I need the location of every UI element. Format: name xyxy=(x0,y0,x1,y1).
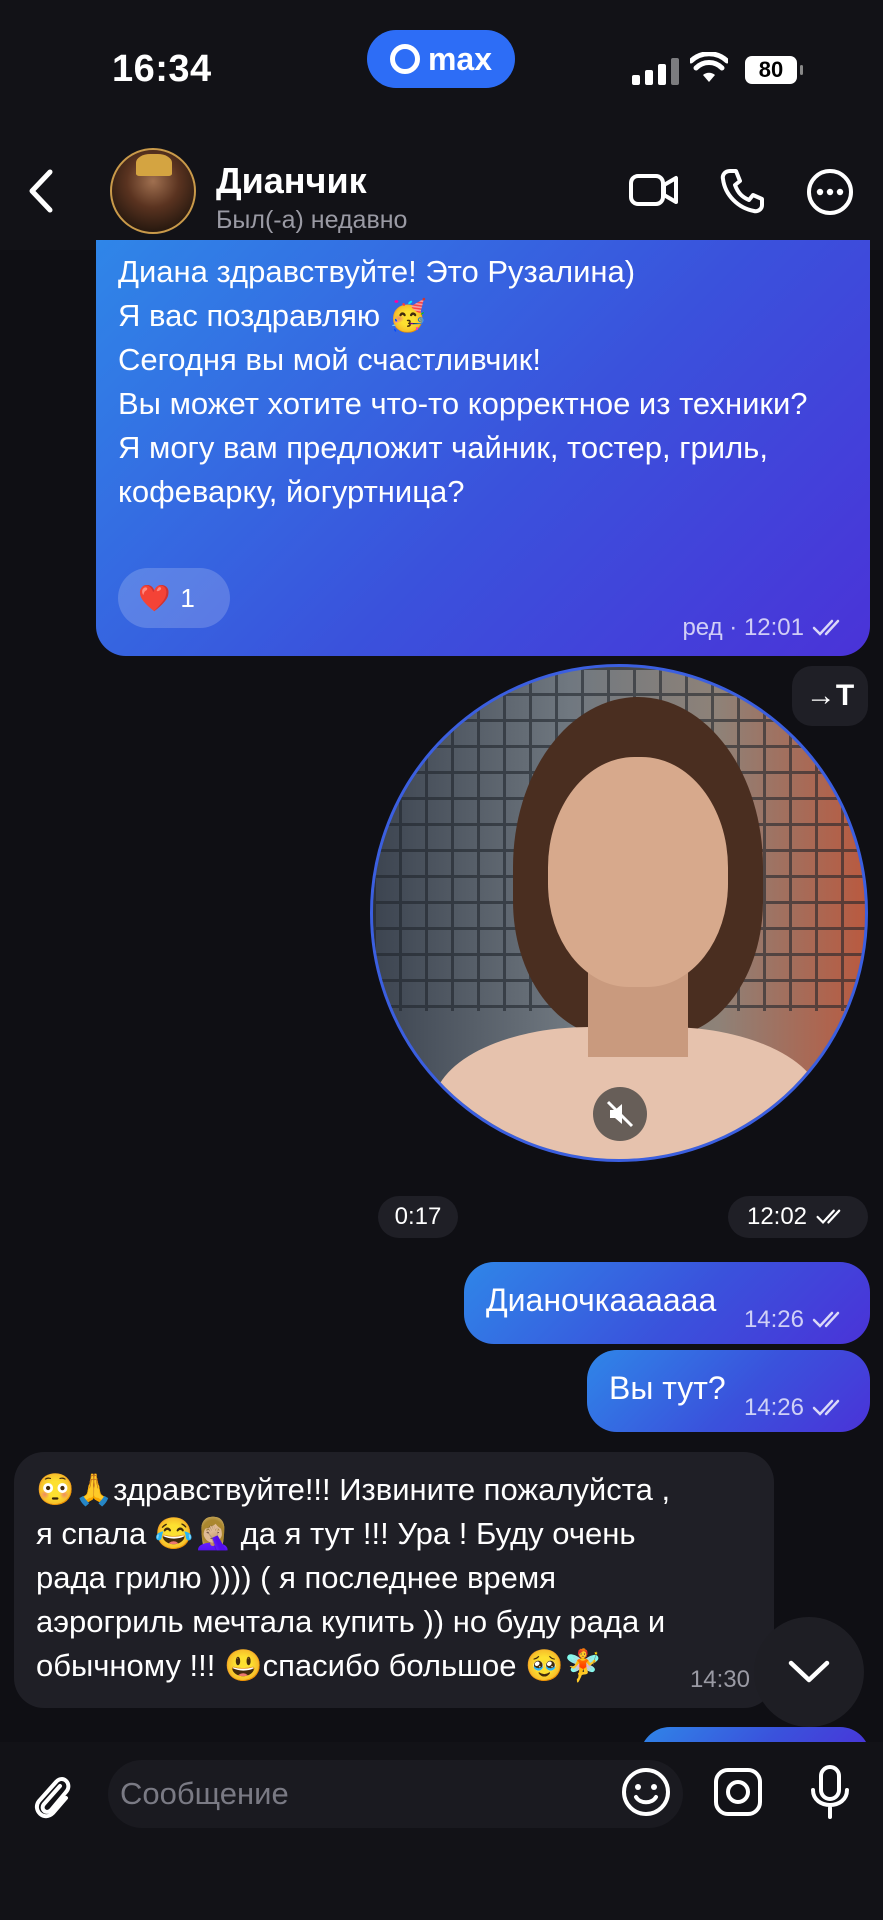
contact-status: Был(-а) недавно xyxy=(216,206,408,234)
max-logo-icon xyxy=(389,44,420,74)
app-badge: max xyxy=(367,30,515,88)
video-thumbnail-face xyxy=(548,757,728,987)
chevron-down-icon xyxy=(788,1660,830,1683)
message-time: 14:26 xyxy=(743,1306,804,1333)
message-bubble-outgoing[interactable]: Вы тут? 14:26 xyxy=(587,1350,870,1432)
double-check-icon xyxy=(812,1311,840,1328)
message-meta: 14:26 xyxy=(744,1306,848,1334)
scroll-to-bottom-button[interactable] xyxy=(754,1617,864,1727)
emoji-icon[interactable] xyxy=(620,1766,672,1818)
reaction-badge[interactable]: ❤️ 1 xyxy=(118,568,230,628)
speaker-off-icon[interactable] xyxy=(593,1087,647,1141)
contact-name[interactable]: Дианчик xyxy=(216,160,367,202)
video-call-icon[interactable] xyxy=(628,168,680,212)
message-time: 12:02 xyxy=(746,1203,808,1230)
double-check-icon xyxy=(816,1209,841,1225)
message-time: ред · 12:01 xyxy=(682,614,804,641)
video-duration-text: 0:17 xyxy=(394,1203,442,1230)
message-meta: 14:30 xyxy=(690,1666,750,1694)
video-time-pill: 12:02 xyxy=(728,1196,868,1238)
wifi-icon xyxy=(690,52,728,82)
message-bubble-outgoing[interactable]: Диана здравствуйте! Это Рузалина) Я вас … xyxy=(96,240,870,656)
message-bubble-outgoing[interactable]: Дианочкаааааа 14:26 xyxy=(464,1262,870,1344)
mic-icon[interactable] xyxy=(808,1764,852,1820)
double-check-icon xyxy=(812,619,840,636)
message-text: Диана здравствуйте! Это Рузалина) Я вас … xyxy=(118,254,808,509)
message-input-bar xyxy=(0,1742,883,1920)
message-time: 14:26 xyxy=(743,1394,804,1421)
avatar[interactable] xyxy=(110,148,196,234)
back-icon[interactable] xyxy=(26,168,58,214)
heart-reaction-icon: ❤️ xyxy=(138,582,171,613)
status-bar: 16:34 max 80 xyxy=(0,0,883,130)
phone-icon[interactable] xyxy=(720,168,764,214)
battery-indicator: 80 xyxy=(745,56,803,84)
message-meta: 14:26 xyxy=(744,1394,848,1422)
status-time: 16:34 xyxy=(112,48,212,90)
camera-icon[interactable] xyxy=(712,1766,764,1818)
attach-icon[interactable] xyxy=(30,1772,74,1824)
more-icon[interactable] xyxy=(806,168,854,216)
video-note[interactable] xyxy=(370,664,868,1162)
app-badge-label: max xyxy=(427,40,493,77)
message-input[interactable] xyxy=(108,1760,683,1828)
chat-header: Дианчик Был(-а) недавно xyxy=(0,130,883,250)
message-text: 😳🙏здравствуйте!!! Извините пожалуйста , … xyxy=(36,1472,671,1683)
double-check-icon xyxy=(812,1399,840,1416)
message-time: 14:30 xyxy=(689,1666,750,1693)
message-meta: ред · 12:01 xyxy=(682,614,848,642)
video-duration: 0:17 xyxy=(378,1196,458,1238)
cellular-signal-icon xyxy=(632,58,679,85)
reaction-count: 1 xyxy=(180,582,195,613)
message-bubble-incoming[interactable]: 😳🙏здравствуйте!!! Извините пожалуйста , … xyxy=(14,1452,774,1708)
